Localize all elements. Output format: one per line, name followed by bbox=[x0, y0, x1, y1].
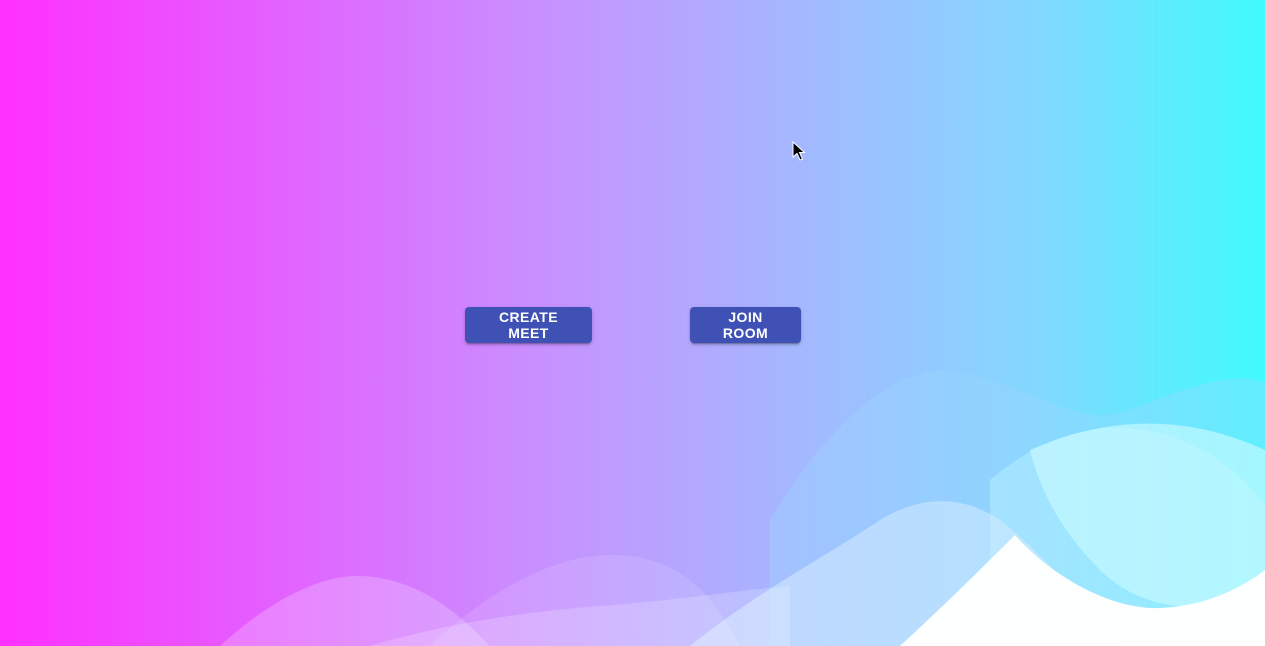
landing-page: CREATE MEET JOIN ROOM bbox=[0, 0, 1265, 646]
join-room-button[interactable]: JOIN ROOM bbox=[690, 307, 801, 343]
create-meet-button[interactable]: CREATE MEET bbox=[465, 307, 592, 343]
mouse-pointer-icon bbox=[792, 141, 806, 161]
background-waves bbox=[220, 370, 1265, 646]
